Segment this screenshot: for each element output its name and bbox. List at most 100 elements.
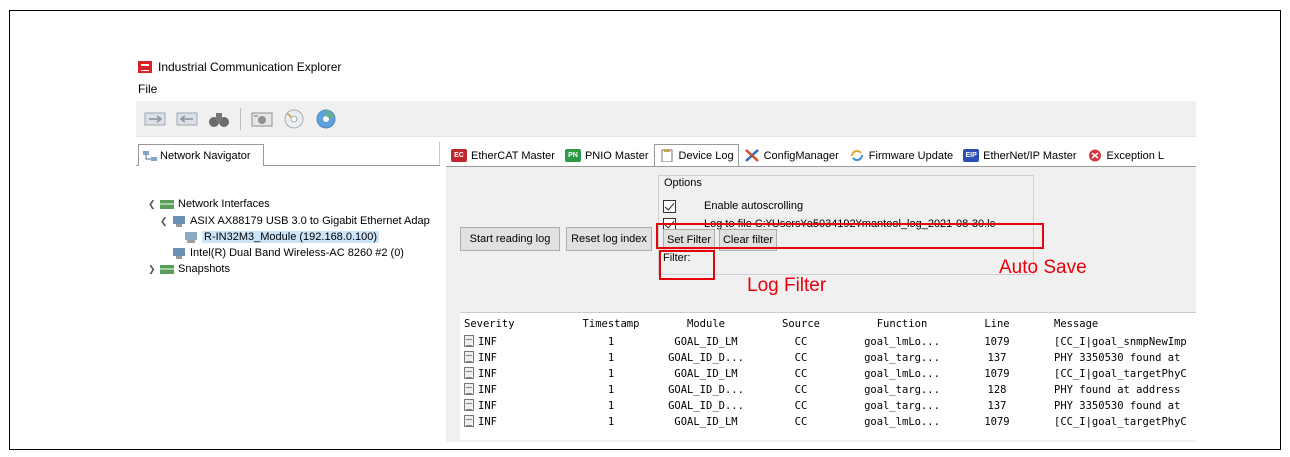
tab-label: ConfigManager [763,149,839,162]
eip-icon: EIP [963,149,980,162]
tree-item-network-interfaces[interactable]: ❮ Network Interfaces [148,196,270,212]
chevron-right-icon[interactable]: ❯ [148,264,160,275]
cell-source: CC [794,352,808,364]
cell-module: GOAL_ID_LM [674,368,738,380]
table-row[interactable]: INF 1 GOAL_ID_LM CC goal_lmLo... 1079 [CC_I|go… [460,366,1196,382]
app-logo-icon [138,61,152,73]
cell-message: [CC_I|goal_snmpNewImp [1054,336,1187,348]
tab-ethernet-ip-master[interactable]: EIP EtherNet/IP Master [958,144,1081,166]
cell-severity: INF [464,414,564,430]
tab-strip: EC EtherCAT Master PN PNIO Master Device… [446,144,1196,166]
tree-item-snapshots[interactable]: ❯ Snapshots [148,261,230,277]
cell-module: GOAL_ID_D... [668,352,744,364]
severity-text: INF [478,352,497,364]
tab-firmware-update[interactable]: Firmware Update [844,144,958,166]
cell-message: [CC_I|goal_targetPhyC [1054,416,1187,428]
toolbar [136,101,1196,137]
error-icon [1088,149,1101,162]
tab-ethercat-master[interactable]: EC EtherCAT Master [446,144,560,166]
cell-severity: INF [464,382,564,398]
app-window: Industrial Communication Explorer File N… [136,54,1196,442]
menu-file[interactable]: File [138,82,157,96]
cell-source: CC [794,368,808,380]
network-navigator-panel: Network Navigator ❮ Network Interfaces ❮… [136,142,440,442]
auto-save-annotation: Auto Save [999,257,1087,278]
tab-configmanager[interactable]: ConfigManager [739,144,844,166]
toolbar-separator [240,107,241,130]
computer-icon [173,215,185,227]
severity-text: INF [478,400,497,412]
cell-severity: INF [464,350,564,366]
chevron-down-icon[interactable]: ❮ [160,216,172,227]
cell-function: goal_lmLo... [864,336,940,348]
disc-icon[interactable] [281,107,307,131]
disconnect-icon[interactable] [174,107,200,131]
log-table: Severity Timestamp Module Source Functio… [460,312,1196,440]
cell-line: 137 [987,352,1007,364]
snapshot-icon[interactable] [249,107,275,131]
column-header-timestamp[interactable]: Timestamp [566,316,656,332]
column-header-function[interactable]: Function [852,316,952,332]
column-header-source[interactable]: Source [756,316,846,332]
cell-module: GOAL_ID_LM [674,336,738,348]
info-log-icon [464,335,474,347]
info-log-icon [464,367,474,379]
clipboard-icon [661,149,673,162]
binoculars-icon[interactable] [206,107,232,131]
tree-item-adapter[interactable]: ❮ ASIX AX88179 USB 3.0 to Gigabit Ethern… [160,213,430,229]
cell-function: goal_lmLo... [864,368,940,380]
severity-text: INF [478,336,497,348]
table-row[interactable]: INF 1 GOAL_ID_D... CC goal_targ... 137 PHY 335… [460,350,1196,366]
tree-item-module[interactable]: R-IN32M3_Module (192.168.0.100) [184,229,380,245]
update-icon [850,150,863,161]
info-log-icon [464,399,474,411]
column-header-severity[interactable]: Severity [464,316,554,332]
cell-timestamp: 1 [607,352,615,364]
update-disc-icon[interactable] [313,107,339,131]
cell-source: CC [794,336,808,348]
column-header-module[interactable]: Module [656,316,756,332]
log-filter-annotation: Log Filter [747,275,827,296]
tab-label: Device Log [678,149,734,162]
tree-item-wireless[interactable]: Intel(R) Dual Band Wireless-AC 8260 #2 (… [172,245,404,261]
title-bar: Industrial Communication Explorer [136,54,1196,80]
cell-line: 1079 [984,336,1010,348]
column-header-line[interactable]: Line [952,316,1042,332]
table-row[interactable]: INF 1 GOAL_ID_D... CC goal_targ... 137 PHY 335… [460,398,1196,414]
computer-icon [173,247,185,259]
cell-line: 137 [987,400,1007,412]
chevron-down-icon[interactable]: ❮ [148,199,160,210]
tree-label: Intel(R) Dual Band Wireless-AC 8260 #2 (… [190,247,404,259]
log-filter-highlight [659,250,715,280]
screenshot-frame: Industrial Communication Explorer File N… [9,10,1281,450]
cell-severity: INF [464,366,564,382]
cell-source: CC [794,416,808,428]
cell-module: GOAL_ID_LM [674,416,738,428]
ethercat-icon: EC [451,149,467,162]
tab-device-log[interactable]: Device Log [653,144,739,166]
tree-label: ASIX AX88179 USB 3.0 to Gigabit Ethernet… [190,215,430,227]
table-row[interactable]: INF 1 GOAL_ID_LM CC goal_lmLo... 1079 [CC_I|go… [460,414,1196,430]
tab-exception-log[interactable]: Exception L [1082,144,1169,166]
tab-label: EtherCAT Master [471,149,555,162]
connect-icon[interactable] [142,107,168,131]
start-reading-log-button[interactable]: Start reading log [460,227,560,251]
autoscroll-option[interactable]: Enable autoscrolling [663,198,803,214]
tab-label: Exception L [1106,149,1164,162]
tab-network-navigator[interactable]: Network Navigator [138,144,264,166]
cell-message: PHY 3350530 found at [1054,400,1181,412]
autoscroll-checkbox[interactable] [663,199,676,213]
reset-log-index-button[interactable]: Reset log index [566,227,652,251]
column-header-message[interactable]: Message [1054,316,1196,332]
tree-label: R-IN32M3_Module (192.168.0.100) [202,231,380,243]
options-legend: Options [662,177,704,189]
folder-network-icon [160,199,174,209]
severity-text: INF [478,384,497,396]
cell-line: 128 [987,384,1007,396]
table-row[interactable]: INF 1 GOAL_ID_LM CC goal_lmLo... 1079 [CC_I|go… [460,334,1196,350]
cell-source: CC [794,400,808,412]
table-row[interactable]: INF 1 GOAL_ID_D... CC goal_targ... 128 PHY fou… [460,382,1196,398]
info-log-icon [464,383,474,395]
cell-source: CC [794,384,808,396]
tab-pnio-master[interactable]: PN PNIO Master [560,144,654,166]
